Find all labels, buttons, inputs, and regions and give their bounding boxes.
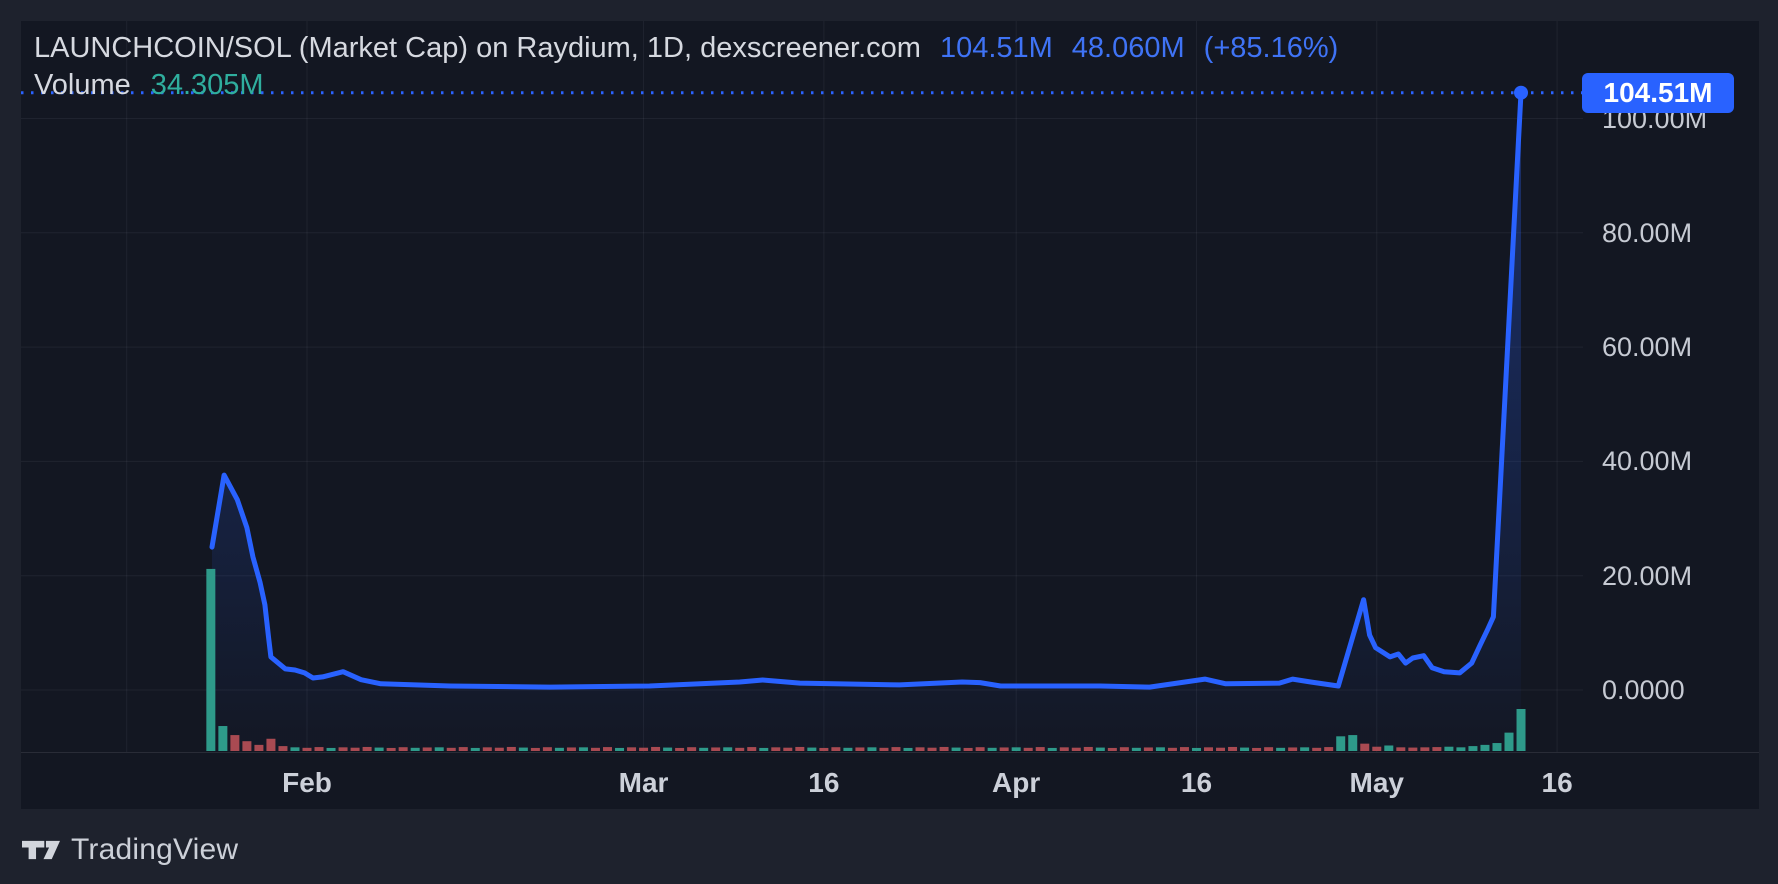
change-percent: (+85.16%) [1204,30,1339,66]
time-axis[interactable]: Feb Mar 16 Apr 16 May 16 [21,753,1759,809]
tradingview-logo-text: TradingView [71,833,238,867]
tradingview-logo-icon [22,840,60,860]
last-price-label: 104.51M [1582,73,1734,113]
time-tick-label: 16 [1151,767,1241,799]
price-tick-label: 20.00M [1602,561,1692,591]
last-price-value: 104.51M [940,30,1053,66]
tradingview-attribution[interactable]: TradingView [22,833,238,867]
time-tick-label: Mar [599,767,689,799]
time-tick-label: 16 [779,767,869,799]
price-tick-label: 60.00M [1602,332,1692,362]
price-axis[interactable]: 100.00M80.00M60.00M40.00M20.00M0.0000 [0,0,1778,884]
change-absolute: 48.060M [1072,30,1185,66]
time-tick-label: May [1332,767,1422,799]
page: LAUNCHCOIN/SOL (Market Cap) on Raydium, … [0,0,1778,884]
price-tick-label: 80.00M [1602,218,1692,248]
chart-legend: LAUNCHCOIN/SOL (Market Cap) on Raydium, … [34,30,1338,102]
time-tick-label: 16 [1512,767,1602,799]
volume-legend-label: Volume [34,68,131,102]
price-tick-label: 40.00M [1602,446,1692,476]
volume-legend-value: 34.305M [151,68,264,102]
price-tick-label: 0.0000 [1602,675,1685,705]
time-tick-label: Apr [971,767,1061,799]
symbol-title: LAUNCHCOIN/SOL (Market Cap) on Raydium, … [34,30,921,66]
time-tick-label: Feb [262,767,352,799]
